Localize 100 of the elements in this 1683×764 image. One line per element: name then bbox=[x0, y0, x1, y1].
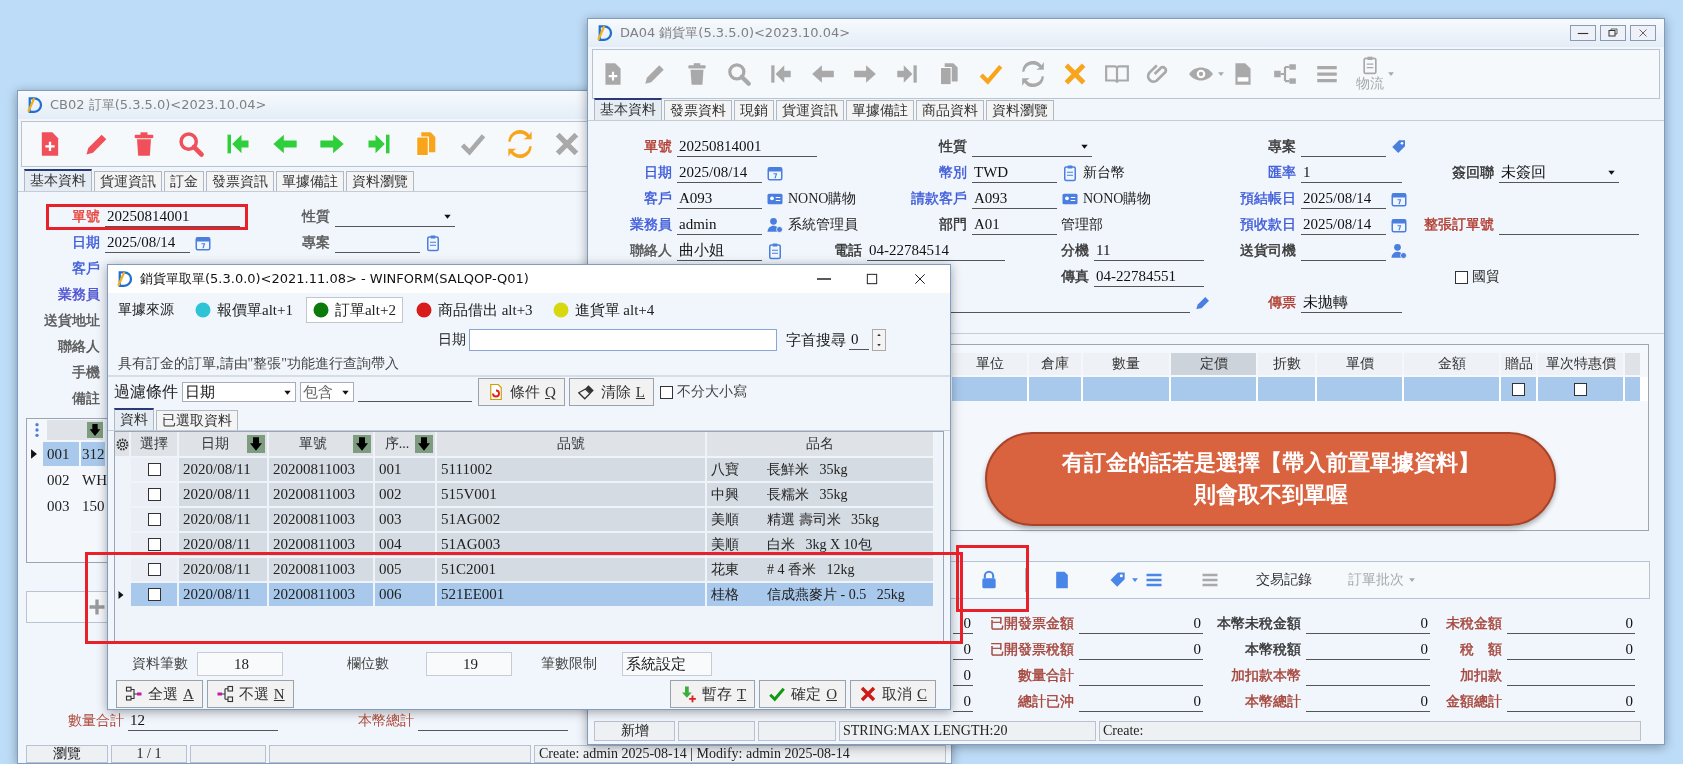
pen-icon[interactable] bbox=[1194, 294, 1212, 312]
source-option[interactable]: 報價單alt+1 bbox=[188, 297, 300, 323]
restore-button[interactable] bbox=[1600, 25, 1626, 41]
column-header[interactable]: 序... bbox=[375, 432, 435, 456]
column-header[interactable]: 日期 bbox=[179, 432, 267, 456]
deselect-all-button[interactable]: 不選 N bbox=[206, 680, 294, 708]
column-header[interactable]: 品名 bbox=[707, 432, 933, 456]
text-field[interactable]: 2025/08/14 bbox=[1301, 189, 1386, 209]
source-option[interactable]: 進貨單 alt+4 bbox=[545, 297, 662, 323]
source-option[interactable]: 訂單alt+2 bbox=[305, 297, 403, 323]
tab[interactable]: 已選取資料 bbox=[156, 410, 238, 430]
checkbox[interactable] bbox=[147, 488, 161, 501]
tab[interactable]: 現銷 bbox=[734, 100, 774, 120]
clear-button[interactable]: 清除 L bbox=[568, 378, 654, 406]
text-field[interactable]: TWD bbox=[972, 163, 1057, 183]
text-field[interactable]: 04-22784514 bbox=[867, 241, 1005, 261]
spin-button[interactable] bbox=[872, 329, 886, 351]
clipboard-icon[interactable] bbox=[1061, 164, 1079, 182]
text-field[interactable]: 04-22784551 bbox=[1094, 267, 1204, 287]
dropdown-field[interactable]: 日期 bbox=[182, 382, 296, 402]
column-header[interactable]: 單次特惠價 bbox=[1538, 353, 1623, 375]
table-row[interactable]: 002 WH bbox=[27, 467, 109, 493]
tab[interactable]: 貨運資訊 bbox=[776, 100, 844, 120]
text-field[interactable]: 20250814001 bbox=[105, 207, 240, 227]
tab[interactable]: 單據備註 bbox=[276, 171, 344, 191]
select-all-button[interactable]: 全選 A bbox=[116, 680, 203, 708]
minimize-button[interactable] bbox=[1570, 25, 1596, 41]
add-icon[interactable] bbox=[87, 597, 107, 617]
column-header[interactable]: 單價 bbox=[1317, 353, 1402, 375]
checkbox[interactable] bbox=[147, 563, 161, 576]
text-field[interactable]: 未拋轉 bbox=[1301, 293, 1402, 313]
checkbox[interactable] bbox=[147, 463, 161, 476]
tag-icon[interactable] bbox=[1390, 138, 1408, 156]
tab[interactable]: 資料 bbox=[114, 408, 154, 430]
dropdown-field[interactable]: 未簽回 bbox=[1499, 163, 1619, 183]
search-icon[interactable] bbox=[177, 130, 205, 158]
tab[interactable]: 訂金 bbox=[164, 171, 204, 191]
close-button[interactable] bbox=[1630, 25, 1656, 41]
column-header[interactable]: 金額 bbox=[1404, 353, 1499, 375]
text-field[interactable]: 11 bbox=[1094, 241, 1204, 261]
checkbox[interactable] bbox=[660, 385, 673, 399]
cancel-button[interactable]: 取消 C bbox=[850, 680, 936, 708]
checkbox[interactable] bbox=[1512, 382, 1525, 396]
column-header[interactable]: 數量 bbox=[1083, 353, 1169, 375]
tab[interactable]: 基本資料 bbox=[24, 169, 92, 191]
gear-icon[interactable] bbox=[115, 437, 129, 451]
tab[interactable]: 資料瀏覽 bbox=[986, 100, 1054, 120]
tab[interactable]: 發票資料 bbox=[664, 100, 732, 120]
lock-icon[interactable] bbox=[979, 570, 999, 590]
text-field[interactable]: 1 bbox=[1301, 163, 1402, 183]
toolbar-button[interactable]: 交易記錄 bbox=[1256, 571, 1312, 589]
checkbox[interactable] bbox=[147, 588, 161, 601]
column-header[interactable]: 單號 bbox=[269, 432, 373, 456]
filter-condition-button[interactable]: 條件 Q bbox=[478, 378, 565, 406]
text-field[interactable]: A093 bbox=[972, 189, 1057, 209]
sort-icon[interactable] bbox=[247, 435, 265, 453]
calendar-icon[interactable] bbox=[1390, 216, 1408, 234]
text-field[interactable]: 2025/08/14 bbox=[105, 233, 190, 253]
table-row[interactable]: 2020/08/11 20200811003 004 51AG003 美順 白米 3kg X 10包 bbox=[115, 533, 943, 556]
calendar-icon[interactable] bbox=[194, 234, 212, 252]
column-header[interactable]: 選擇 bbox=[131, 432, 177, 456]
text-field[interactable]: 2025/08/14 bbox=[677, 163, 762, 183]
source-option[interactable]: 商品借出 alt+3 bbox=[408, 297, 540, 323]
column-header[interactable]: 品號 bbox=[437, 432, 705, 456]
tab[interactable]: 資料瀏覽 bbox=[346, 171, 414, 191]
table-row[interactable]: 2020/08/11 20200811003 005 51C2001 花東 # 4 香米 12kg bbox=[115, 558, 943, 581]
date-field[interactable] bbox=[469, 329, 777, 351]
column-header[interactable]: 贈品 bbox=[1501, 353, 1536, 375]
column-header[interactable]: 倉庫 bbox=[1029, 353, 1081, 375]
refresh-icon[interactable] bbox=[506, 130, 534, 158]
calendar-icon[interactable] bbox=[766, 164, 784, 182]
table-row[interactable]: 2020/08/11 20200811003 001 5111002 八寶 長鮮米 35kg bbox=[115, 458, 943, 481]
text-field[interactable]: A01 bbox=[972, 215, 1057, 235]
tab[interactable]: 單據備註 bbox=[846, 100, 914, 120]
column-header[interactable]: 折數 bbox=[1258, 353, 1315, 375]
sort-icon[interactable] bbox=[353, 435, 371, 453]
clipboard-icon[interactable] bbox=[766, 242, 784, 260]
table-row[interactable]: 2020/08/11 20200811003 003 51AG002 美順 精選 壽司米 35kg bbox=[115, 508, 943, 531]
table-row[interactable]: 2020/08/11 20200811003 002 515V001 中興 長糯米 35kg bbox=[115, 483, 943, 506]
clipboard-icon[interactable] bbox=[424, 234, 442, 252]
calendar-icon[interactable] bbox=[1390, 190, 1408, 208]
person-icon[interactable] bbox=[766, 216, 784, 234]
person-icon[interactable] bbox=[1390, 242, 1408, 260]
checkbox[interactable] bbox=[1455, 270, 1468, 284]
text-field[interactable]: admin bbox=[677, 215, 762, 235]
checkbox[interactable] bbox=[147, 513, 161, 526]
text-field[interactable]: A093 bbox=[677, 189, 762, 209]
save-draft-button[interactable]: 暫存 T bbox=[669, 680, 756, 708]
confirm-button[interactable]: 確定 O bbox=[759, 680, 846, 708]
tab[interactable]: 基本資料 bbox=[594, 98, 662, 120]
tab[interactable]: 貨運資訊 bbox=[94, 171, 162, 191]
checkbox[interactable] bbox=[147, 538, 161, 551]
dropdown-field[interactable]: 包含 bbox=[300, 382, 354, 402]
table-row[interactable]: 003 150 bbox=[27, 493, 109, 519]
text-field[interactable]: 20250814001 bbox=[677, 137, 817, 157]
column-header[interactable]: 單位 bbox=[952, 353, 1027, 375]
sort-icon[interactable] bbox=[415, 435, 433, 453]
table-row[interactable]: 001 312 bbox=[27, 441, 109, 467]
x-mark-icon[interactable] bbox=[1062, 61, 1088, 87]
tab[interactable]: 商品資料 bbox=[916, 100, 984, 120]
